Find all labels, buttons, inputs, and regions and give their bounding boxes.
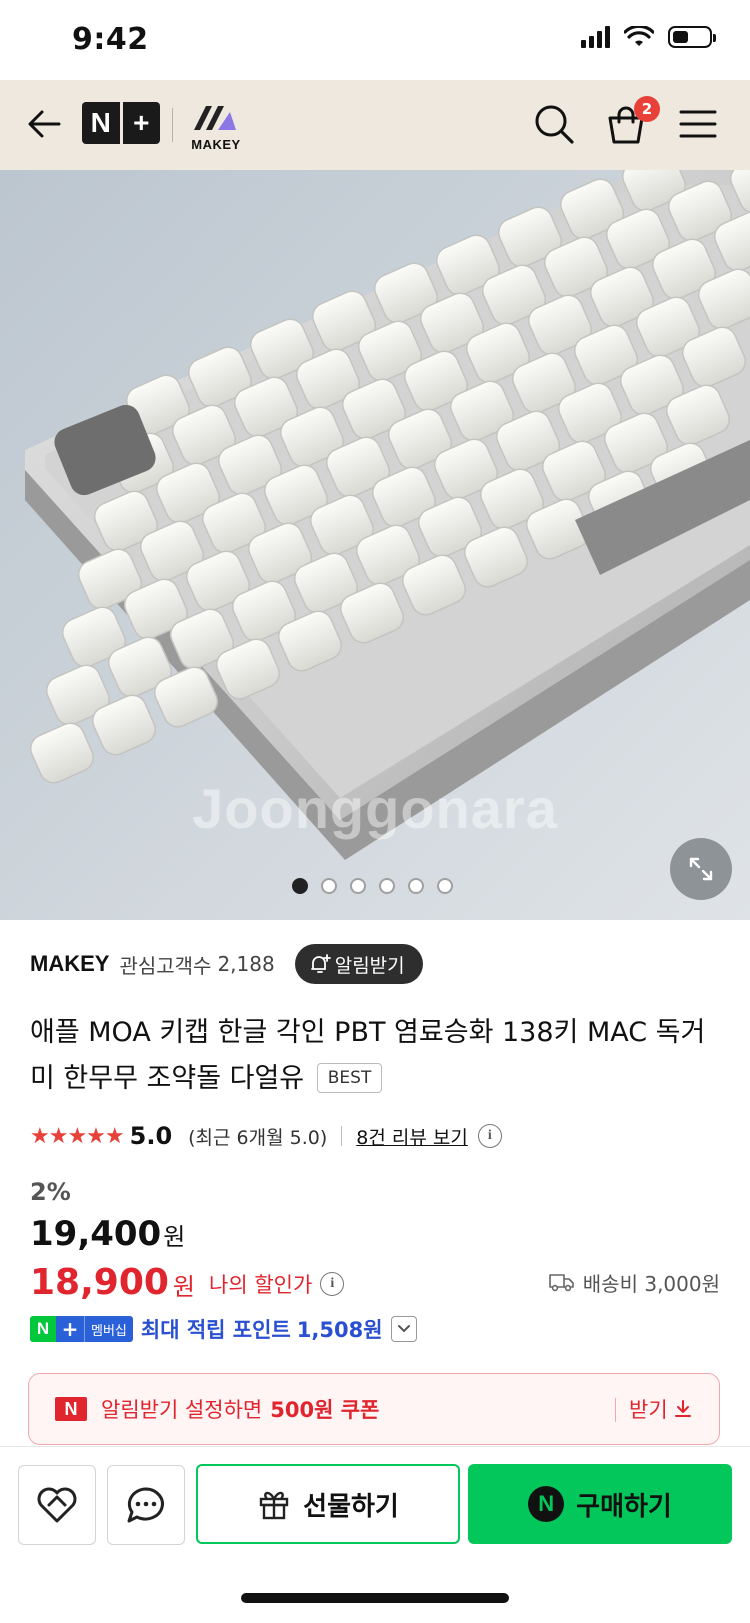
heart-icon [37,1487,77,1523]
shipping-fee-text: 배송비 3,000원 [582,1271,720,1296]
bottom-action-bar: 선물하기 N 구매하기 [0,1446,750,1623]
max-points-value: 1,508원 [296,1318,383,1342]
carousel-dot[interactable] [292,878,308,894]
product-title: 애플 MOA 키캡 한글 각인 PBT 염료승화 138키 MAC 독거미 한무… [30,1010,730,1102]
discount-rate: 2% [30,1178,71,1206]
expand-icon [689,857,713,881]
download-icon [674,1400,691,1417]
original-price: 19,400 원 [30,1214,185,1254]
logo-n: N [90,107,111,138]
coupon-highlight: 500원 쿠폰 [270,1398,380,1422]
original-price-currency: 원 [163,1223,186,1251]
sale-price-value: 18,900 [30,1261,169,1303]
fans-label: 관심고객수 [119,953,212,978]
recent-rating: (최근 6개월 5.0) [188,1126,328,1149]
cellular-signal-icon [581,26,610,48]
my-discount-label: 나의 할인가 [209,1273,313,1297]
naver-n-icon: N [55,1397,87,1421]
carousel-dots [292,878,453,894]
badge-n: N [30,1316,56,1342]
fans-count: 2,188 [217,952,275,976]
top-header: N + MAKEY 2 [0,80,750,170]
chat-inquiry-button[interactable] [107,1465,185,1545]
search-icon [535,105,574,144]
naver-plus-membership-badge: N + 멤버십 [30,1316,133,1342]
rating-divider [341,1126,343,1146]
notify-subscribe-button[interactable]: 알림받기 [294,944,423,984]
battery-icon [668,26,716,48]
gift-label: 선물하기 [303,1491,399,1522]
notify-label: 알림받기 [334,954,405,977]
chat-bubble-icon [127,1487,164,1523]
discount-info-icon[interactable]: i [320,1272,345,1296]
bell-plus-icon [310,954,331,973]
gift-button[interactable]: 선물하기 [196,1464,460,1544]
back-button[interactable] [24,104,64,144]
badge-membership-text: 멤버십 [84,1316,133,1342]
seller-name[interactable]: MAKEY [30,951,109,977]
watermark-text: Joonggonara [192,777,558,840]
chevron-down-icon[interactable] [390,1316,417,1342]
max-points-label: 최대 적립 포인트 [140,1318,291,1342]
menu-icon [679,110,717,138]
logo-plus: + [133,107,150,138]
rating-info-icon[interactable]: i [477,1124,502,1148]
sale-price-row: 18,900 원 나의 할인가 i 배송비 3,000원 [30,1260,720,1304]
rating-row: ★★★★★ 5.0 (최근 6개월 5.0) 8건 리뷰 보기 i [30,1118,502,1154]
status-bar: 9:42 [0,0,750,80]
buy-button[interactable]: N 구매하기 [468,1464,732,1544]
rating-stars-icon: ★★★★★ [30,1123,125,1149]
seller-row: MAKEY 관심고객수 2,188 알림받기 [30,944,423,984]
status-icons [581,26,716,48]
product-image-carousel[interactable]: Joonggonara [0,170,750,920]
cart-count-badge: 2 [634,96,660,122]
coupon-banner[interactable]: N 알림받기 설정하면 500원 쿠폰 받기 [28,1373,720,1445]
coupon-get-label: 받기 [629,1398,668,1422]
expand-image-button[interactable] [670,838,732,900]
membership-points-row[interactable]: N + 멤버십 최대 적립 포인트 1,508원 [30,1314,417,1344]
coupon-get-button[interactable]: 받기 [629,1394,694,1424]
search-button[interactable] [532,102,576,146]
gift-icon [259,1491,289,1520]
menu-button[interactable] [678,106,718,142]
back-arrow-icon [28,110,61,138]
naver-pay-n-icon: N [528,1486,565,1522]
shipping-fee: 배송비 3,000원 [548,1268,720,1297]
carousel-dot[interactable] [408,878,424,894]
wifi-icon [624,26,654,46]
badge-plus: + [56,1316,84,1342]
carousel-dot[interactable] [379,878,395,894]
makey-brand-logo[interactable]: MAKEY [186,102,246,152]
sale-price-currency: 원 [172,1272,196,1301]
status-time: 9:42 [72,22,149,57]
naver-plus-store-logo[interactable]: N + [82,102,160,144]
cart-button[interactable]: 2 [604,96,660,148]
truck-icon [548,1274,574,1292]
carousel-dot[interactable] [350,878,366,894]
review-link[interactable]: 8건 리뷰 보기 [356,1123,468,1150]
wishlist-button[interactable] [18,1465,96,1545]
home-indicator [241,1593,509,1603]
coupon-text: 알림받기 설정하면 [101,1398,263,1422]
header-divider [172,108,173,142]
rating-value: 5.0 [129,1122,173,1150]
coupon-divider [615,1398,616,1422]
buy-label: 구매하기 [576,1491,672,1522]
carousel-dot[interactable] [437,878,453,894]
best-badge: BEST [316,1063,383,1093]
makey-brand-text: MAKEY [191,137,241,152]
makey-mark-icon [194,106,236,130]
carousel-dot[interactable] [321,878,337,894]
original-price-value: 19,400 [30,1214,162,1254]
